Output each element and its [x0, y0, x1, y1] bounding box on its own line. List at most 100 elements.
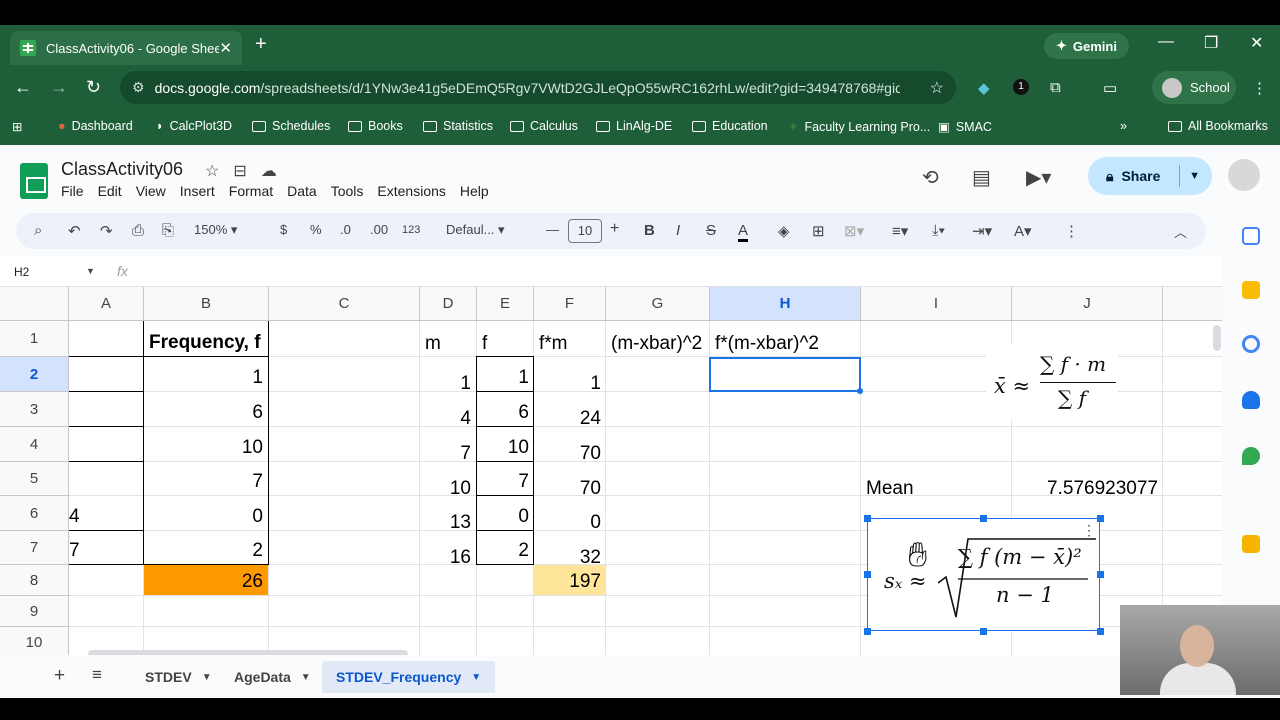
row-header-2[interactable]: 2	[0, 357, 69, 392]
merge-cells-icon[interactable]: ⊠▾	[844, 222, 864, 240]
stdev-formula-image[interactable]: sₓ ≈ ∑ f (m − x̄)² n − 1 ✋︎ ⋮	[867, 518, 1100, 631]
restore-icon[interactable]: ❐	[1204, 33, 1218, 53]
undo-icon[interactable]: ↶	[68, 222, 81, 240]
cell-f1[interactable]: f*m	[534, 321, 606, 357]
cloud-status-icon[interactable]: ☁	[261, 163, 291, 180]
cell-e1[interactable]: f	[477, 321, 534, 357]
cell-d2[interactable]: 1	[420, 357, 476, 397]
menu-tools[interactable]: Tools	[331, 183, 364, 199]
column-header-j[interactable]: J	[1012, 287, 1163, 321]
cell-f6[interactable]: 0	[534, 496, 606, 536]
column-header-b[interactable]: B	[144, 287, 269, 321]
move-folder-icon[interactable]: ⊟	[233, 163, 260, 180]
column-header-g[interactable]: G	[606, 287, 710, 321]
chrome-menu-icon[interactable]: ⋮	[1252, 79, 1267, 97]
sheet-tab-stdev-frequency[interactable]: STDEV_Frequency ▼	[322, 661, 496, 693]
font-size-input[interactable]: 10	[568, 219, 602, 243]
cell-f3[interactable]: 24	[534, 392, 606, 432]
close-window-icon[interactable]: ✕	[1250, 33, 1263, 53]
comments-icon[interactable]: ▤	[972, 165, 991, 190]
column-header-f[interactable]: F	[534, 287, 606, 321]
cell-b6[interactable]: 0	[144, 496, 268, 530]
column-header-d[interactable]: D	[420, 287, 477, 321]
share-button[interactable]: 🔒︎ Share ▼	[1088, 157, 1212, 195]
cell-b3[interactable]: 6	[144, 392, 268, 426]
column-header-i[interactable]: I	[861, 287, 1012, 321]
chevron-down-icon[interactable]: ▼	[202, 672, 212, 683]
column-header-e[interactable]: E	[477, 287, 534, 321]
row-header-6[interactable]: 6	[0, 496, 69, 531]
bookmark-smac[interactable]: ▣ SMAC	[938, 119, 992, 135]
extension-diamond-icon[interactable]: ◆	[978, 79, 990, 97]
vertical-align-icon[interactable]: ⤓▾	[932, 222, 945, 239]
percent-button[interactable]: %	[310, 222, 322, 237]
cell-e3[interactable]: 6	[477, 392, 534, 426]
all-bookmarks[interactable]: All Bookmarks	[1168, 119, 1268, 133]
cell-b2[interactable]: 1	[144, 357, 268, 391]
menu-extensions[interactable]: Extensions	[377, 183, 445, 199]
forward-icon[interactable]: →	[50, 77, 68, 98]
contacts-icon[interactable]	[1242, 391, 1260, 409]
extensions-puzzle-icon[interactable]: ⧉	[1050, 79, 1061, 96]
bold-button[interactable]: B	[644, 222, 655, 239]
profile-button[interactable]: School	[1152, 71, 1236, 104]
all-sheets-icon[interactable]: ≡	[92, 665, 102, 685]
fill-color-icon[interactable]: ◈	[778, 222, 790, 240]
sheet-tab-stdev[interactable]: STDEV ▼	[131, 661, 226, 693]
menu-data[interactable]: Data	[287, 183, 317, 199]
keep-icon[interactable]	[1242, 281, 1260, 299]
spreadsheet-grid[interactable]: A B C D E F G H I J 1 2 3 4 5 6 7 8 9 10	[0, 287, 1224, 655]
back-icon[interactable]: ←	[14, 77, 32, 98]
cell-b5[interactable]: 7	[144, 462, 268, 495]
sheets-logo-icon[interactable]	[20, 163, 48, 199]
bookmark-faculty[interactable]: ✦ Faculty Learning Pro...	[788, 119, 930, 135]
chevron-down-icon[interactable]: ▼	[471, 672, 481, 683]
cell-e7[interactable]: 2	[477, 531, 534, 564]
search-menus-icon[interactable]: ⌕	[34, 222, 42, 239]
bookmark-calcplot3d[interactable]: ◗ CalcPlot3D	[156, 119, 232, 133]
resize-handle[interactable]	[864, 515, 871, 522]
row-header-5[interactable]: 5	[0, 462, 69, 496]
mean-formula-image[interactable]: x̄ ≈ ∑ f · m ∑ f	[986, 344, 1118, 420]
vertical-scrollbar[interactable]	[1213, 325, 1221, 351]
star-icon[interactable]: ☆	[205, 163, 233, 180]
cell-b8[interactable]: 26	[144, 565, 268, 595]
cell-b4[interactable]: 10	[144, 427, 268, 461]
selected-cell-h2[interactable]	[709, 357, 863, 394]
row-header-4[interactable]: 4	[0, 427, 69, 462]
column-header-c[interactable]: C	[269, 287, 420, 321]
column-header-h[interactable]: H	[710, 287, 861, 321]
cell-i5[interactable]: Mean	[861, 462, 1012, 502]
menu-file[interactable]: File	[61, 183, 84, 199]
row-header-3[interactable]: 3	[0, 392, 69, 427]
new-tab-icon[interactable]: +	[255, 33, 267, 56]
cell-e6[interactable]: 0	[477, 496, 534, 530]
document-title[interactable]: ClassActivity06	[61, 159, 183, 180]
chevron-down-icon[interactable]: ▼	[1189, 170, 1200, 182]
cell-b1[interactable]: Frequency, f	[144, 321, 268, 356]
cell-a7[interactable]: 7	[64, 531, 143, 564]
bookmarks-overflow-icon[interactable]: »	[1120, 119, 1127, 133]
select-all-corner[interactable]	[0, 287, 69, 321]
text-color-button[interactable]: A	[738, 222, 749, 242]
reload-icon[interactable]: ↻	[86, 77, 101, 98]
text-rotation-icon[interactable]: A▾	[1014, 222, 1032, 240]
bookmark-education[interactable]: Education	[692, 119, 768, 133]
italic-button[interactable]: I	[676, 222, 680, 239]
meet-icon[interactable]: ▶▾	[1026, 165, 1051, 190]
cell-b7[interactable]: 2	[144, 531, 268, 564]
name-box-chevron-icon[interactable]: ▼	[86, 266, 95, 276]
cell-f8[interactable]: 197	[534, 565, 606, 595]
cell-f2[interactable]: 1	[534, 357, 606, 397]
resize-handle[interactable]	[980, 628, 987, 635]
name-box[interactable]: H2	[14, 265, 29, 279]
add-sheet-icon[interactable]: +	[54, 665, 65, 687]
cell-g1[interactable]: (m-xbar)^2	[606, 321, 710, 357]
maps-icon[interactable]	[1242, 447, 1260, 465]
version-history-icon[interactable]: ⟲	[922, 165, 939, 190]
resize-handle[interactable]	[1097, 515, 1104, 522]
cell-e2[interactable]: 1	[477, 357, 534, 391]
minimize-icon[interactable]: —	[1158, 33, 1174, 51]
cast-icon[interactable]: ▭	[1103, 79, 1117, 97]
close-tab-icon[interactable]: ✕	[219, 39, 232, 57]
